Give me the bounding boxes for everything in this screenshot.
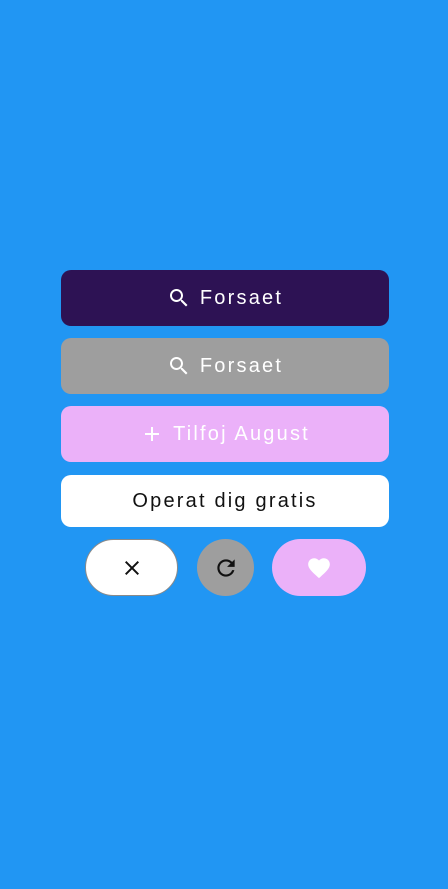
add-august-button[interactable]: Tilfoj August [61,406,389,462]
forsaet-disabled-button[interactable]: Forsaet [61,338,389,394]
refresh-button[interactable] [197,539,254,596]
signup-free-button-label: Operat dig gratis [132,489,318,512]
forsaet-disabled-button-label: Forsaet [199,354,284,377]
plus-icon [140,422,164,446]
forsaet-button[interactable]: Forsaet [61,270,389,326]
close-button[interactable] [85,539,178,596]
forsaet-button-label: Forsaet [199,286,284,309]
search-icon [167,354,191,378]
add-august-button-label: Tilfoj August [173,422,310,445]
signup-free-button[interactable]: Operat dig gratis [61,475,389,527]
search-icon [167,286,191,310]
favorite-button[interactable] [272,539,366,596]
heart-icon [306,555,332,581]
refresh-icon [213,555,239,581]
close-icon [120,556,144,580]
